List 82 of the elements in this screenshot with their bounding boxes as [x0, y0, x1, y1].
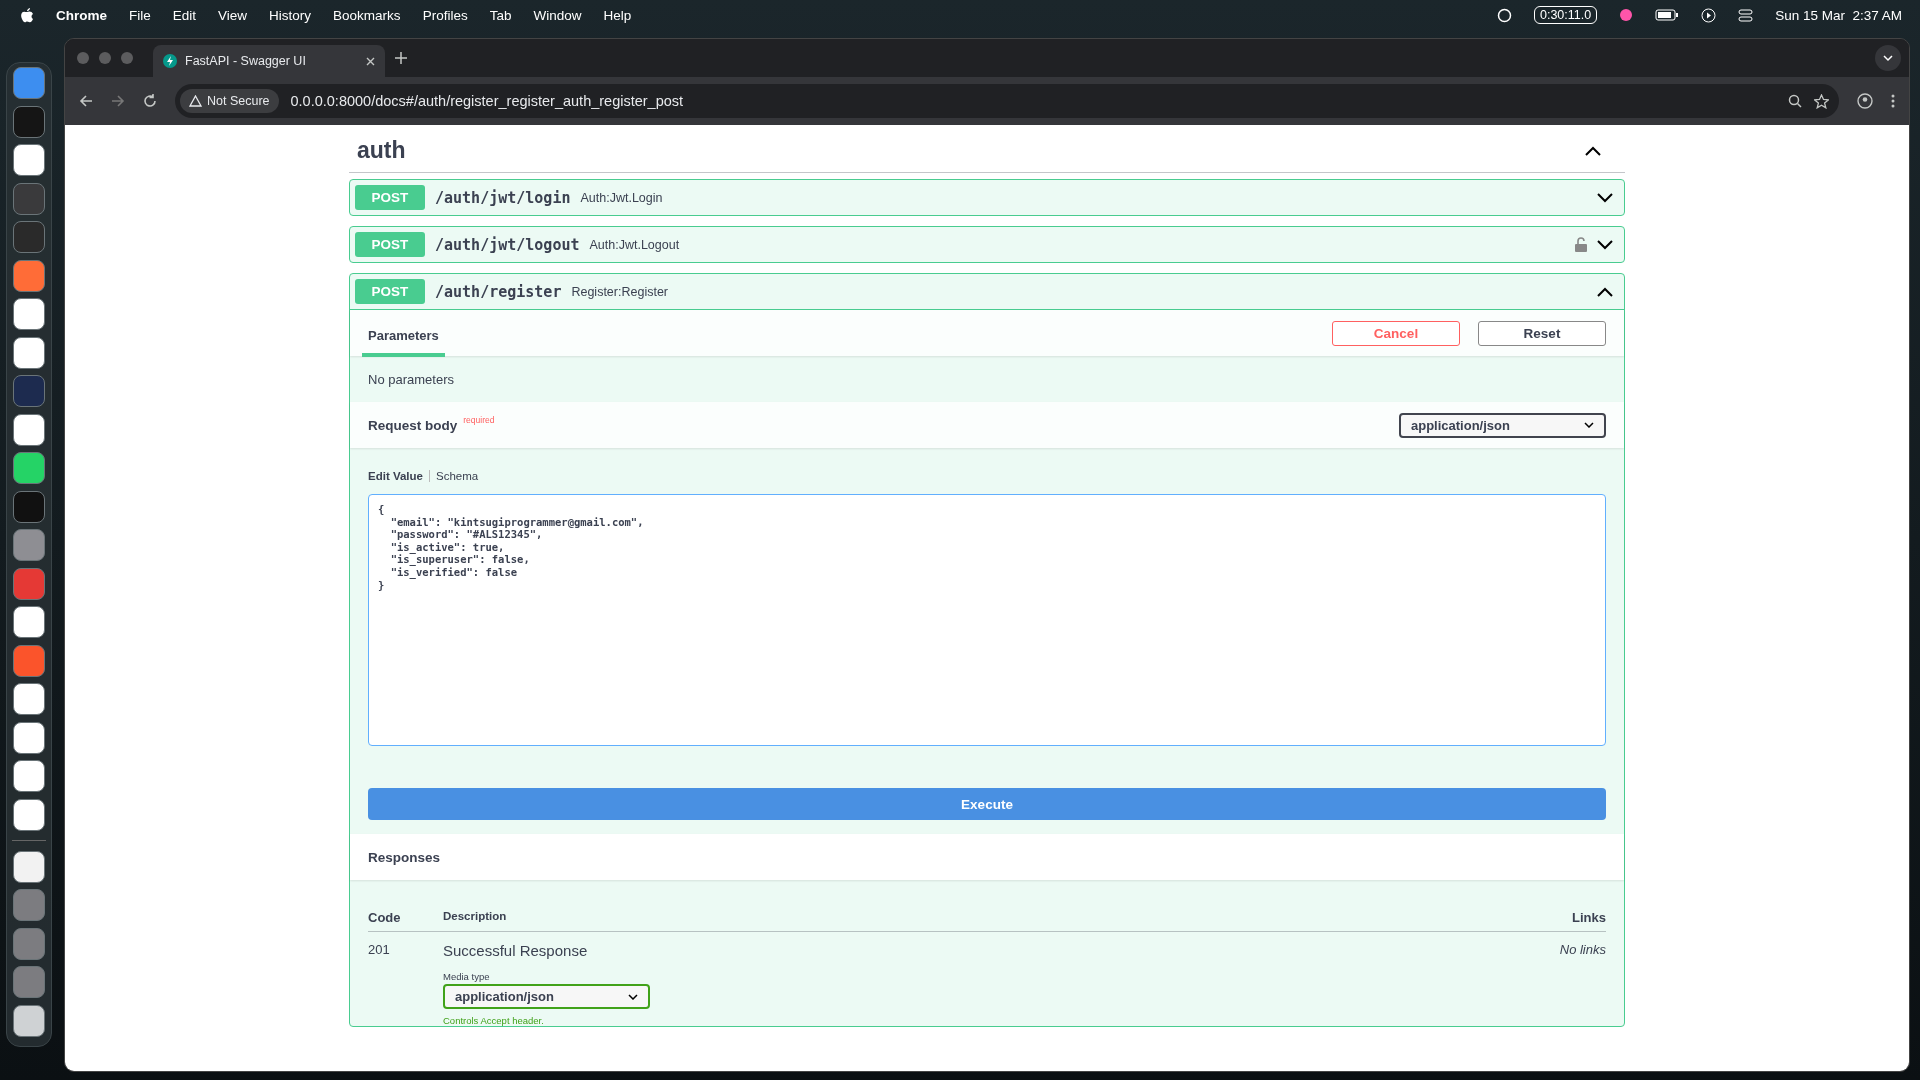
- app-icon[interactable]: [13, 452, 45, 484]
- app-icon[interactable]: [13, 413, 45, 446]
- app-icon[interactable]: [13, 683, 45, 715]
- back-icon[interactable]: [79, 94, 93, 108]
- chevron-icon[interactable]: [1597, 286, 1613, 297]
- operation-path[interactable]: /auth/jwt/login: [435, 188, 571, 207]
- menu-item[interactable]: File: [129, 7, 151, 23]
- column-header: Links: [1571, 910, 1606, 925]
- section-title[interactable]: auth: [357, 137, 406, 164]
- caret-icon: [1584, 422, 1594, 428]
- chevron-icon[interactable]: [1597, 192, 1613, 203]
- media-type-select[interactable]: application/json: [443, 984, 650, 1009]
- responses-title: Responses: [368, 849, 441, 865]
- control-center-icon[interactable]: [1738, 8, 1754, 22]
- response-links: No links: [1558, 942, 1606, 957]
- app-icon[interactable]: [13, 760, 45, 792]
- new-tab-icon[interactable]: [395, 52, 407, 64]
- app-icon[interactable]: [13, 144, 45, 176]
- menu-item[interactable]: Window: [533, 7, 582, 23]
- warning-icon: [189, 95, 202, 107]
- window-control[interactable]: [99, 52, 111, 64]
- battery-icon[interactable]: [1655, 9, 1680, 21]
- method-badge: POST: [355, 185, 425, 210]
- reload-icon[interactable]: [143, 94, 157, 108]
- caret-icon: [628, 993, 638, 1000]
- editor-tab[interactable]: Schema: [435, 470, 479, 482]
- play-icon[interactable]: [1701, 7, 1717, 23]
- menu-item[interactable]: View: [218, 7, 248, 23]
- menu-item[interactable]: Tab: [489, 7, 512, 23]
- accept-header-hint: Controls Accept header.: [443, 1015, 545, 1026]
- app-icon[interactable]: [13, 606, 45, 638]
- menu-item[interactable]: Help: [603, 7, 632, 23]
- address-bar[interactable]: Not Secure 0.0.0.0:8000/docs#/auth/register_register_auth_register_post: [175, 84, 1839, 118]
- timer-status[interactable]: 0:30:11.0: [1533, 6, 1598, 24]
- response-code: 201: [368, 942, 391, 957]
- request-body-editor[interactable]: { "email": "kintsugiprogrammer@gmail.com", "password": "#ALS12345", "is_active": true, "is_superuser": false, "is_verified": false }: [368, 494, 1606, 746]
- security-chip[interactable]: Not Secure: [180, 89, 279, 113]
- apple-icon[interactable]: [20, 7, 34, 23]
- chevron-icon[interactable]: [1585, 145, 1601, 156]
- clock[interactable]: Sun 15 Mar 2:37 AM: [1775, 7, 1902, 23]
- editor-tab[interactable]: Edit Value: [368, 470, 423, 482]
- operation-summary: Auth:Jwt.Login: [580, 190, 664, 205]
- app-icon[interactable]: [13, 336, 45, 369]
- app-icon[interactable]: [13, 798, 45, 831]
- menu-item[interactable]: Profiles: [422, 7, 468, 23]
- menu-item[interactable]: History: [269, 7, 312, 23]
- star-icon[interactable]: [1814, 93, 1829, 109]
- tab-list-icon[interactable]: [1875, 45, 1901, 71]
- media-type-label: Media type: [443, 971, 491, 982]
- app-menu[interactable]: Chrome: [56, 7, 107, 23]
- app-icon[interactable]: [13, 298, 45, 330]
- browser-tab[interactable]: FastAPI - Swagger UI: [153, 45, 385, 77]
- chevron-icon[interactable]: [1597, 239, 1613, 250]
- app-icon[interactable]: [13, 721, 45, 754]
- no-parameters-text: No parameters: [368, 371, 454, 387]
- profile-icon[interactable]: [1857, 93, 1873, 109]
- window-control[interactable]: [77, 52, 89, 64]
- operation-summary: Register:Register: [571, 284, 669, 299]
- app-icon[interactable]: [13, 850, 45, 883]
- method-badge: POST: [355, 279, 425, 304]
- operation-path[interactable]: /auth/jwt/logout: [435, 235, 580, 254]
- request-body-label: Request body: [368, 417, 458, 433]
- column-header: Code: [368, 910, 402, 925]
- window-control[interactable]: [121, 52, 133, 64]
- zoom-icon[interactable]: [1788, 94, 1802, 108]
- required-label: required: [463, 415, 495, 425]
- url-text[interactable]: 0.0.0.0:8000/docs#/auth/register_register_auth_register_post: [290, 93, 684, 109]
- menu-item[interactable]: Bookmarks: [333, 7, 401, 23]
- more-icon[interactable]: [1891, 94, 1895, 108]
- parameters-tab[interactable]: Parameters: [362, 315, 445, 357]
- menu-item[interactable]: Edit: [172, 7, 197, 23]
- circle-icon[interactable]: [1619, 8, 1634, 22]
- forward-icon[interactable]: [111, 94, 125, 108]
- reset-button[interactable]: Reset: [1478, 320, 1606, 346]
- lock-icon[interactable]: [1575, 237, 1587, 252]
- operation-path[interactable]: /auth/register: [435, 282, 562, 301]
- content-type-select[interactable]: application/json: [1399, 412, 1606, 438]
- column-header: Description: [443, 910, 508, 922]
- method-badge: POST: [355, 232, 425, 257]
- close-icon[interactable]: [366, 56, 375, 66]
- response-description: Successful Response: [443, 942, 589, 959]
- operation-summary: Auth:Jwt.Logout: [589, 237, 681, 252]
